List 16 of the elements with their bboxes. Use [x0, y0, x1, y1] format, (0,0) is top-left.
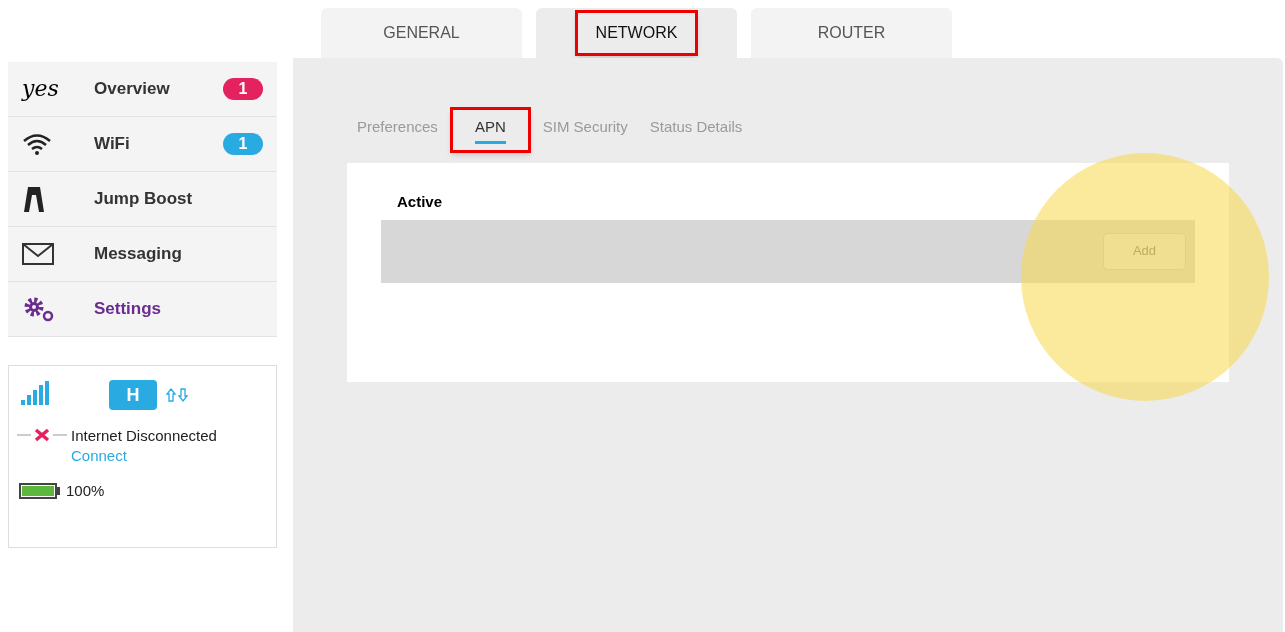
wifi-icon [22, 133, 52, 155]
up-down-arrows-icon [165, 387, 189, 403]
section-heading: Active [397, 192, 443, 212]
mail-icon [22, 243, 54, 265]
tab[interactable]: GENERAL [321, 8, 522, 58]
disconnected-icon [17, 428, 67, 442]
network-type-badge: H [109, 380, 157, 410]
logo: yes [22, 78, 59, 100]
tab[interactable]: ROUTER [751, 8, 952, 58]
tab[interactable]: NETWORK [536, 8, 737, 58]
count-badge: 1 [223, 78, 263, 100]
gears-icon [22, 296, 56, 322]
sub-tab[interactable]: APN [449, 107, 531, 153]
battery-reading: 100% [66, 481, 105, 501]
internet-status: Internet Disconnected [71, 426, 217, 446]
count-badge: 1 [223, 133, 263, 155]
